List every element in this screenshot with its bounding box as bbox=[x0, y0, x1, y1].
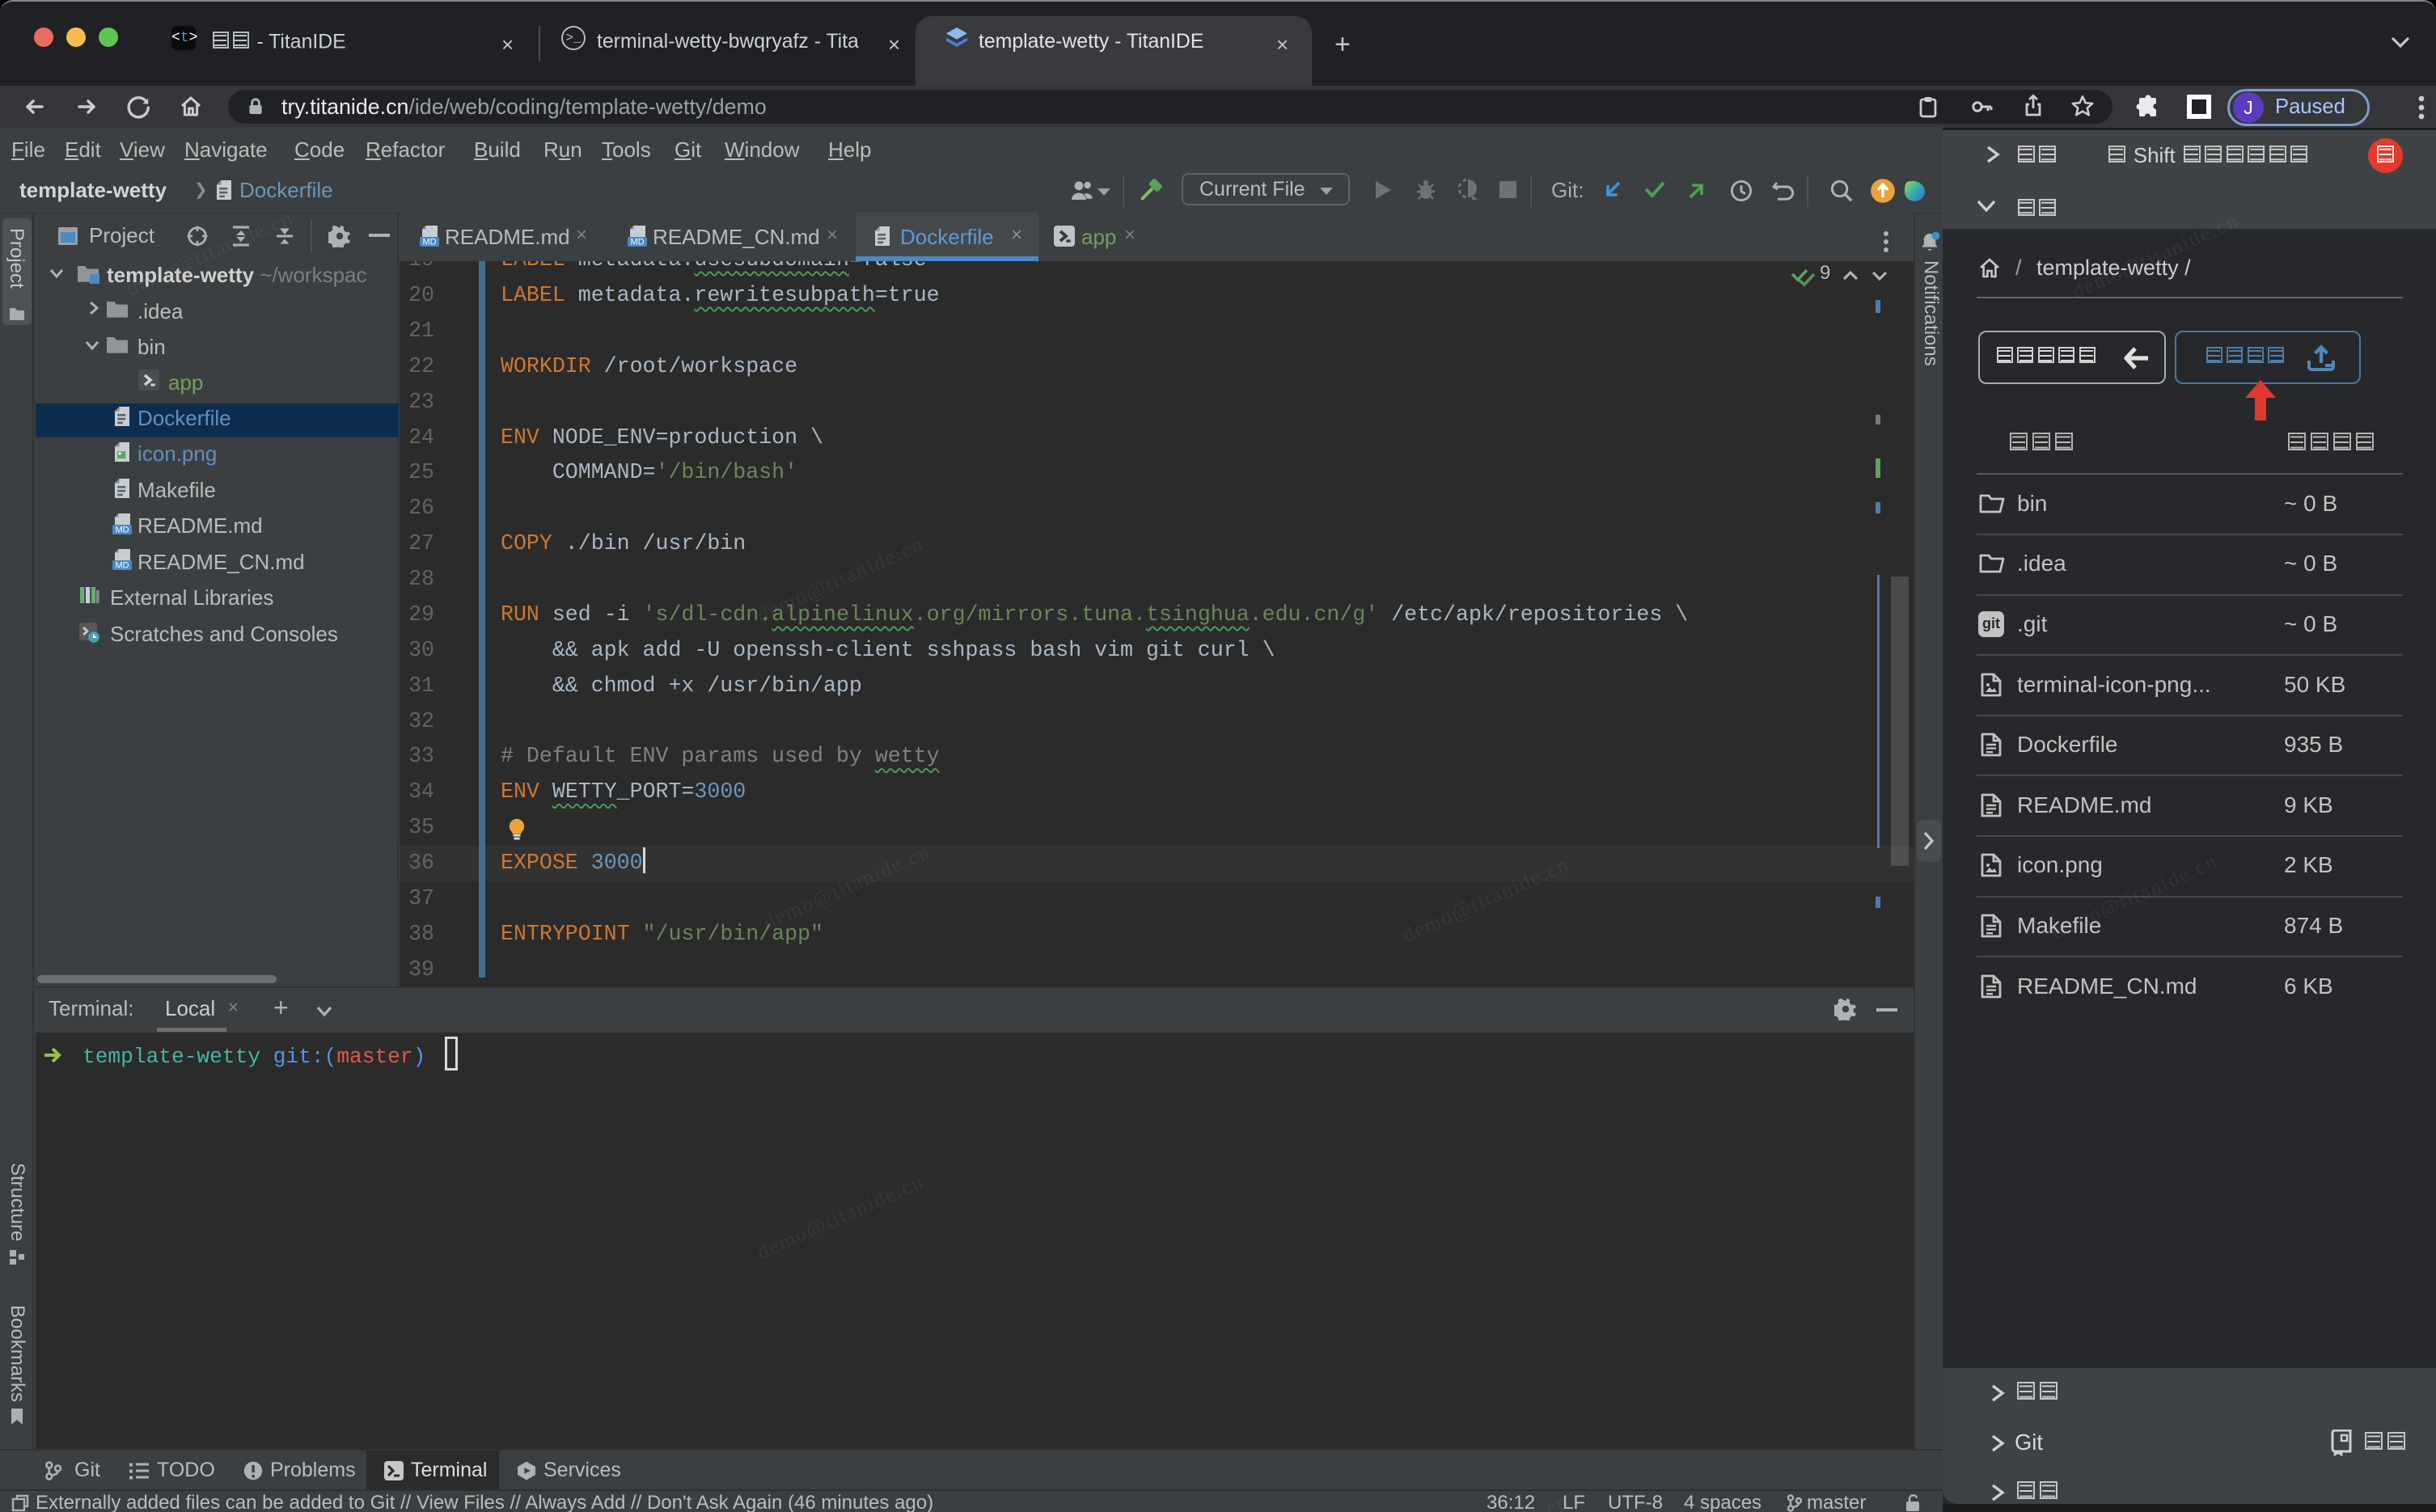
svg-text:MD: MD bbox=[115, 561, 129, 571]
svg-text:MD: MD bbox=[115, 526, 129, 535]
svg-text:MD: MD bbox=[630, 238, 644, 247]
svg-text:MD: MD bbox=[422, 238, 436, 247]
